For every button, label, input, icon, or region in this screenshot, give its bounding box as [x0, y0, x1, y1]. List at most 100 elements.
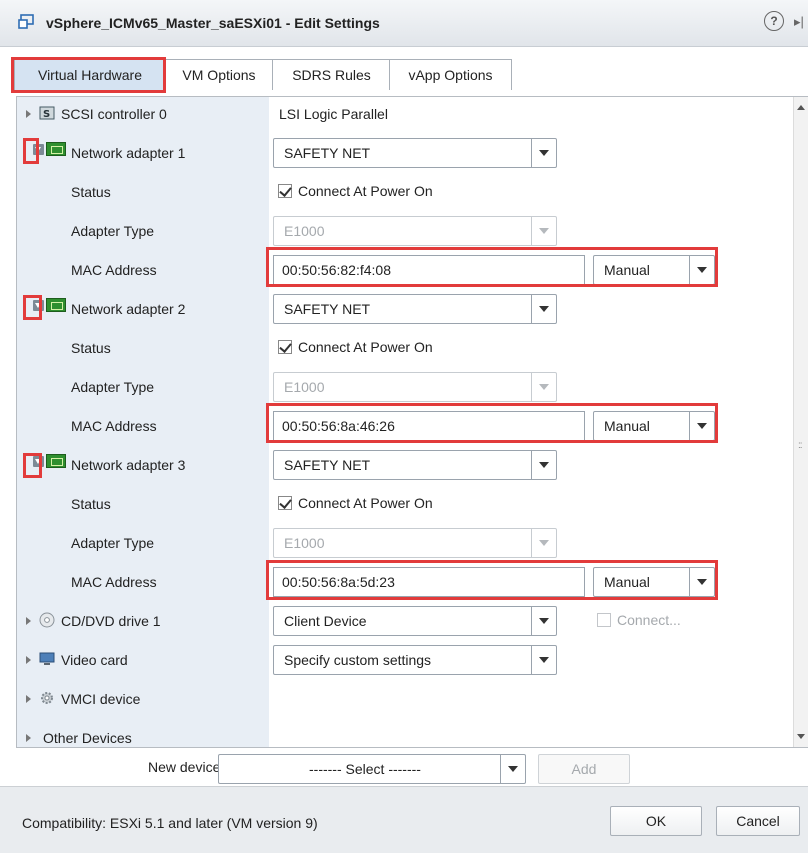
chevron-down-icon — [531, 217, 556, 245]
adapter-type-value: E1000 — [284, 379, 325, 395]
chevron-down-icon[interactable] — [531, 139, 556, 167]
adapter-type-label: Adapter Type — [71, 535, 155, 551]
new-device-label: New device: — [148, 759, 225, 775]
device-row-vmci: VMCI device — [17, 682, 793, 721]
device-label: CD/DVD drive 1 — [61, 613, 161, 629]
ok-button[interactable]: OK — [610, 806, 702, 836]
chevron-down-icon[interactable] — [531, 451, 556, 479]
connect-at-power-on-label: Connect At Power On — [298, 495, 433, 511]
device-row-network-adapter-2: Network adapter 2 SAFETY NET — [17, 292, 793, 331]
tab-vapp-options[interactable]: vApp Options — [389, 59, 512, 90]
mac-address-highlight — [266, 403, 718, 443]
vertical-scrollbar[interactable]: :: — [793, 97, 808, 747]
network-select-value: SAFETY NET — [284, 457, 371, 473]
cd-dvd-source-select[interactable]: Client Device — [273, 606, 557, 636]
device-label: SCSI controller 0 — [61, 106, 167, 122]
connect-at-power-on-checkbox[interactable] — [278, 184, 292, 198]
scsi-controller-icon: S — [39, 106, 55, 120]
mac-address-label: MAC Address — [71, 418, 157, 434]
chevron-down-icon[interactable] — [500, 755, 525, 783]
mac-address-highlight — [266, 247, 718, 287]
chevron-down-icon[interactable] — [531, 646, 556, 674]
mac-address-label: MAC Address — [71, 574, 157, 590]
collapse-toggle-highlight — [23, 453, 42, 478]
network-select-value: SAFETY NET — [284, 145, 371, 161]
status-label: Status — [71, 340, 111, 356]
status-row: Status Connect At Power On — [17, 175, 793, 214]
vm-icon — [18, 14, 34, 29]
expand-arrow-icon[interactable] — [26, 110, 31, 118]
network-select[interactable]: SAFETY NET — [273, 138, 557, 168]
compatibility-text: Compatibility: ESXi 5.1 and later (VM ve… — [22, 815, 318, 831]
network-card-icon — [46, 298, 66, 312]
connect-at-power-on-label: Connect At Power On — [298, 339, 433, 355]
gear-icon — [41, 692, 53, 704]
network-card-icon — [46, 142, 66, 156]
new-device-select[interactable]: ------- Select ------- — [218, 754, 526, 784]
status-row: Status Connect At Power On — [17, 331, 793, 370]
status-label: Status — [71, 184, 111, 200]
connect-at-power-on-label: Connect At Power On — [298, 183, 433, 199]
network-card-icon — [46, 454, 66, 468]
tab-vm-options[interactable]: VM Options — [164, 59, 274, 90]
device-row-video-card: Video card Specify custom settings — [17, 643, 793, 682]
window-title: vSphere_ICMv65_Master_saESXi01 - Edit Se… — [46, 15, 380, 31]
scroll-up-arrow-icon[interactable] — [797, 105, 805, 110]
scroll-grip-icon[interactable]: :: — [798, 440, 802, 451]
connect-at-power-on-checkbox[interactable] — [278, 340, 292, 354]
adapter-type-select: E1000 — [273, 528, 557, 558]
device-row-scsi: S SCSI controller 0 LSI Logic Parallel — [17, 97, 793, 136]
mac-address-label: MAC Address — [71, 262, 157, 278]
cd-connect-label: Connect... — [617, 612, 681, 628]
mac-address-highlight — [266, 560, 718, 600]
status-label: Status — [71, 496, 111, 512]
cd-dvd-source-value: Client Device — [284, 613, 367, 629]
add-device-button[interactable]: Add — [538, 754, 630, 784]
adapter-type-value: E1000 — [284, 223, 325, 239]
device-label: Network adapter 2 — [71, 301, 186, 317]
collapse-toggle-highlight — [23, 138, 39, 164]
adapter-type-label: Adapter Type — [71, 379, 155, 395]
chevron-down-icon[interactable] — [531, 295, 556, 323]
expand-arrow-icon[interactable] — [26, 617, 31, 625]
cd-connect-checkbox — [597, 613, 611, 627]
collapse-toggle-highlight — [23, 295, 42, 320]
device-label: Network adapter 3 — [71, 457, 186, 473]
device-row-network-adapter-1: Network adapter 1 SAFETY NET — [17, 136, 793, 175]
video-settings-select[interactable]: Specify custom settings — [273, 645, 557, 675]
cancel-button[interactable]: Cancel — [716, 806, 800, 836]
help-icon[interactable]: ? — [764, 11, 784, 31]
adapter-type-select: E1000 — [273, 216, 557, 246]
device-row-cd-dvd: CD/DVD drive 1 Client Device Connect... — [17, 604, 793, 643]
expand-arrow-icon[interactable] — [26, 734, 31, 742]
chevron-down-icon — [531, 373, 556, 401]
window-titlebar: vSphere_ICMv65_Master_saESXi01 - Edit Se… — [0, 0, 808, 47]
status-row: Status Connect At Power On — [17, 487, 793, 526]
expand-arrow-icon[interactable] — [26, 656, 31, 664]
device-label: Network adapter 1 — [71, 145, 186, 161]
network-select[interactable]: SAFETY NET — [273, 450, 557, 480]
expand-arrow-icon[interactable] — [26, 695, 31, 703]
network-select[interactable]: SAFETY NET — [273, 294, 557, 324]
dialog-footer: Compatibility: ESXi 5.1 and later (VM ve… — [0, 786, 808, 853]
device-label: VMCI device — [61, 691, 141, 707]
chevron-down-icon — [531, 529, 556, 557]
video-settings-value: Specify custom settings — [284, 652, 432, 668]
monitor-icon — [39, 652, 55, 665]
collapse-panel-icon[interactable]: ▸| — [794, 14, 804, 30]
cd-dvd-icon — [39, 612, 55, 628]
svg-text:S: S — [43, 109, 50, 120]
tab-sdrs-rules[interactable]: SDRS Rules — [272, 59, 391, 90]
connect-at-power-on-checkbox[interactable] — [278, 496, 292, 510]
adapter-type-select: E1000 — [273, 372, 557, 402]
device-row-network-adapter-3: Network adapter 3 SAFETY NET — [17, 448, 793, 487]
scroll-down-arrow-icon[interactable] — [797, 734, 805, 739]
scsi-controller-type: LSI Logic Parallel — [279, 106, 388, 122]
tab-highlight — [11, 57, 166, 93]
network-select-value: SAFETY NET — [284, 301, 371, 317]
device-row-other-devices: Other Devices — [17, 721, 793, 747]
device-label: Video card — [61, 652, 128, 668]
chevron-down-icon[interactable] — [531, 607, 556, 635]
adapter-type-value: E1000 — [284, 535, 325, 551]
new-device-select-value: ------- Select ------- — [309, 761, 421, 777]
